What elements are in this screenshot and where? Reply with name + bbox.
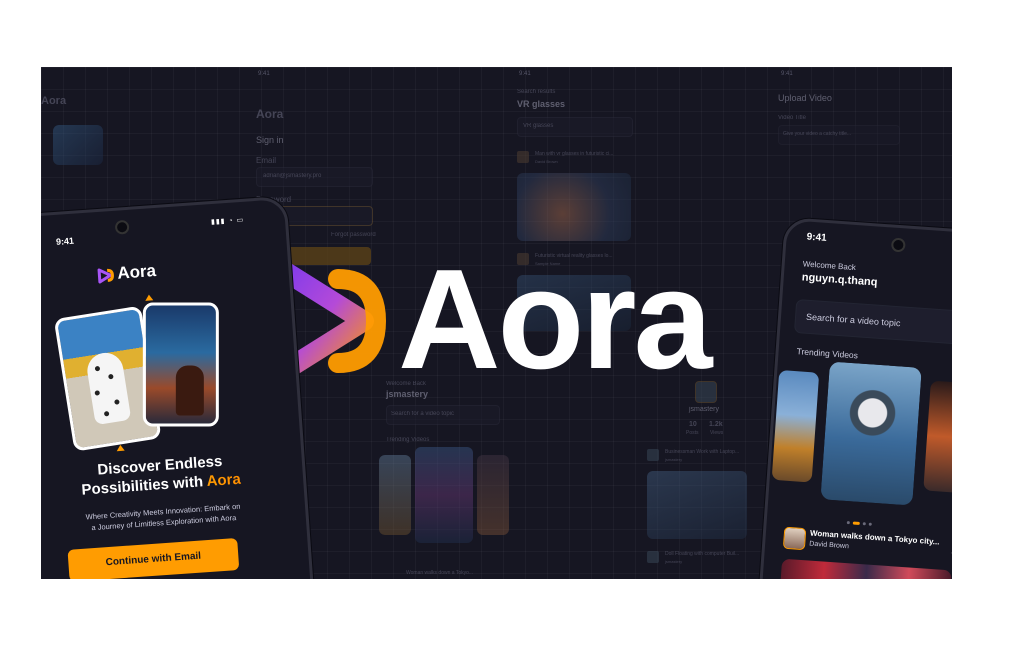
hero-banner: Aora 9:41 Aora Sign in Email adrian@jsma… (41, 67, 952, 579)
video-author: David Brown (809, 540, 850, 551)
video-thumbnail[interactable] (776, 558, 952, 579)
ghost-trending-thumbnail (379, 455, 411, 535)
ghost-upload-placeholder: Give your video a catchy title... (783, 131, 852, 137)
hero-wordmark: Aora (398, 240, 713, 399)
ghost-logo: Aora (41, 95, 67, 107)
trending-video-featured[interactable] (820, 361, 922, 506)
ghost-profile-item1: Businessman Work with Laptop... (665, 449, 740, 455)
trending-heading: Trending Videos (796, 346, 859, 361)
ghost-video-thumbnail (647, 471, 747, 539)
ghost-avatar (647, 449, 659, 461)
ghost-thumbnail (53, 125, 103, 165)
sparkle-icon (116, 444, 125, 452)
ghost-views-value: 1.2k (709, 421, 723, 428)
ghost-signin-logo: Aora (256, 107, 284, 121)
search-placeholder: Search for a video topic (805, 311, 901, 329)
ghost-time: 9:41 (258, 71, 270, 77)
ghost-email-label: Email (256, 156, 277, 165)
ghost-avatar (517, 151, 529, 163)
ghost-posts-value: 10 (689, 421, 697, 428)
ghost-video-thumbnail (517, 173, 631, 241)
ghost-forgot-link: Forgot password (331, 232, 376, 238)
username: nguyn.q.thanq (801, 271, 878, 289)
ghost-home-latest: Woman walks down a Tokyo... (406, 570, 474, 576)
video-menu-icon[interactable]: ⋮ (947, 542, 952, 556)
onboarding-phone: 9:41 ▮▮▮ ◔ ▭ Aora Discover Endless Possi… (41, 195, 317, 579)
search-input[interactable]: Search for a video topic ⌕ (793, 298, 952, 346)
onboarding-headline: Discover Endless Possibilities with Aora (59, 449, 261, 501)
sparkle-icon (144, 294, 154, 301)
ghost-profile-item2-sub: jsmastery (665, 559, 683, 564)
ghost-search-item1-sub: David Brown (535, 159, 558, 164)
ghost-search-query: VR glasses (517, 99, 566, 109)
ghost-upload-title: Upload Video (778, 93, 832, 103)
camera-icon (114, 219, 130, 235)
ghost-time: 9:41 (781, 71, 793, 77)
status-time: 9:41 (806, 231, 828, 244)
author-avatar[interactable] (782, 526, 807, 551)
ghost-avatar (647, 551, 659, 563)
home-phone: 9:41 ▮▮▮ ◔ ▭ Welcome Back nguyn.q.thanq … (753, 217, 952, 579)
ghost-search-caption: Search results (517, 89, 556, 95)
continue-with-email-button[interactable]: Continue with Email (67, 538, 240, 579)
signal-wifi-battery-icon: ▮▮▮ ◔ ▭ (210, 216, 245, 227)
ghost-time: 9:41 (519, 71, 531, 77)
ghost-views-label: Views (710, 430, 724, 436)
ghost-posts-label: Posts (686, 430, 699, 436)
ghost-trending-thumbnail (415, 447, 473, 543)
ghost-home-search-text: Search for a video topic (391, 411, 455, 417)
dog-body (84, 350, 132, 426)
ghost-upload-label: Video Title (778, 115, 806, 121)
carousel-dots (846, 511, 872, 531)
welcome-text: Welcome Back (802, 259, 857, 273)
ghost-signin-heading: Sign in (256, 135, 284, 145)
ghost-profile-item2: Doll Floating with computer Buil... (665, 551, 740, 557)
ghost-search-item1: Man with vr glasses in futuristic ci... (535, 151, 614, 157)
camera-icon (890, 237, 906, 253)
ghost-profile-user: jsmastery (689, 406, 719, 413)
aora-logo-icon (97, 268, 114, 284)
trending-video-thumbnail[interactable] (923, 380, 952, 494)
ghost-home-trending: Trending Videos (386, 437, 430, 443)
trending-video-thumbnail[interactable] (771, 369, 820, 483)
ghost-profile-item1-sub: jsmastery (665, 457, 683, 462)
ghost-search-input: VR glasses (523, 123, 554, 129)
headline-accent: Aora (206, 470, 242, 490)
onboarding-subtitle: Where Creativity Meets Innovation: Embar… (55, 499, 272, 536)
onboarding-logo-text: Aora (116, 261, 157, 283)
ghost-email-value: adrian@jsmastery.pro (263, 173, 322, 179)
ghost-trending-thumbnail (477, 455, 509, 535)
person-silhouette (175, 365, 204, 416)
status-time: 9:41 (55, 235, 75, 247)
city-card-image (142, 302, 219, 427)
